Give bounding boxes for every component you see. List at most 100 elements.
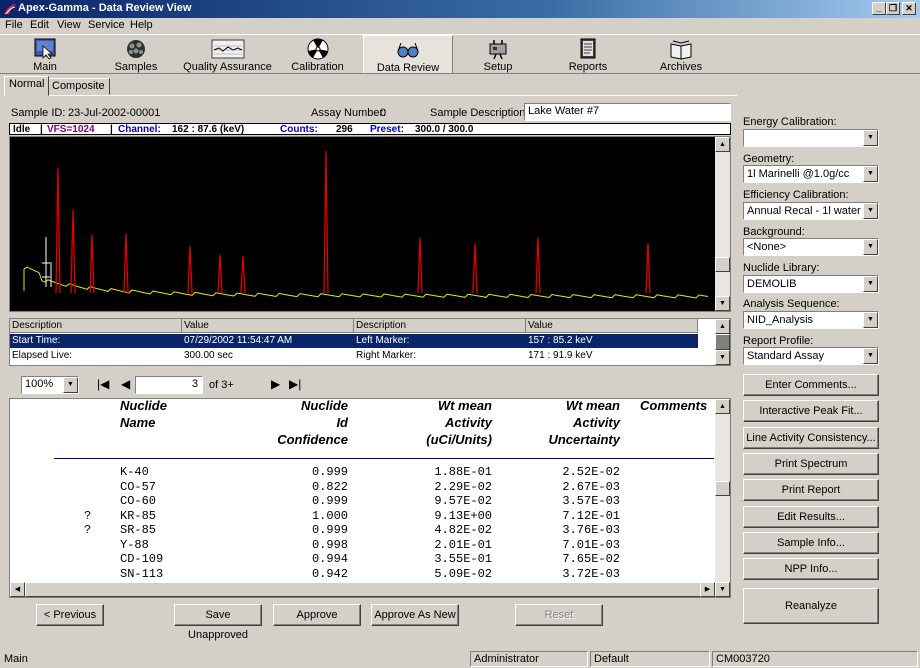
scroll-down-icon[interactable]: ▼ — [715, 350, 730, 365]
tab-composite[interactable]: Composite — [47, 78, 110, 95]
chevron-down-icon[interactable]: ▼ — [863, 239, 878, 255]
approve-as-new-button[interactable]: Approve As New — [371, 604, 459, 626]
scroll-right-icon[interactable]: ▶ — [700, 582, 715, 597]
status-main: Main — [4, 653, 28, 665]
info-cell: Right Marker: — [356, 350, 417, 361]
toolbar-calibration[interactable]: Calibration — [280, 35, 355, 74]
report-cell-flag: ? — [84, 523, 92, 537]
info-grid-scroll-thumb[interactable] — [715, 334, 730, 350]
toolbar-quality-assurance[interactable]: Quality Assurance — [180, 35, 275, 74]
chevron-down-icon[interactable]: ▼ — [863, 348, 878, 364]
previous-button[interactable]: < Previous — [36, 604, 104, 626]
energy-calibration-select[interactable]: ▼ — [743, 129, 879, 147]
approve-button[interactable]: Approve — [273, 604, 361, 626]
channel-label: Channel: — [118, 124, 161, 135]
spectrum-scroll-thumb[interactable] — [715, 257, 730, 272]
analysis-sequence-value: NID_Analysis — [747, 314, 814, 326]
background-select[interactable]: <None> ▼ — [743, 238, 879, 256]
efficiency-calibration-select[interactable]: Annual Recal - 1l water ▼ — [743, 202, 879, 220]
info-grid-row-selected[interactable]: Start Time: 07/29/2002 11:54:47 AM Left … — [10, 334, 698, 348]
minimize-button[interactable]: _ — [872, 2, 886, 15]
toolbar-archives[interactable]: Archives — [645, 35, 717, 74]
chevron-down-icon[interactable]: ▼ — [63, 377, 78, 393]
report-toolbar: 100% ▼ |◀ ◀ 3 of 3+ ▶ ▶| — [9, 372, 731, 398]
archives-icon — [670, 40, 692, 60]
chevron-down-icon[interactable]: ▼ — [863, 312, 878, 328]
spectrum-scrollbar[interactable]: ▲ ▼ — [715, 137, 730, 311]
print-spectrum-button[interactable]: Print Spectrum — [743, 453, 879, 475]
toolbar-main[interactable]: Main — [4, 35, 86, 74]
tab-normal[interactable]: Normal — [4, 76, 50, 96]
scroll-up-icon[interactable]: ▲ — [715, 399, 730, 414]
report-cell-conf: 0.999 — [311, 494, 348, 508]
last-page-icon[interactable]: ▶| — [289, 377, 301, 391]
acquisition-status-strip: Idle | VFS=1024 | Channel: 162 : 87.6 (k… — [9, 123, 731, 135]
scroll-up-icon[interactable]: ▲ — [715, 319, 730, 334]
scroll-down-icon[interactable]: ▼ — [715, 296, 730, 311]
report-cell-unc: 2.67E-03 — [562, 479, 620, 494]
toolbar-data-review[interactable]: Data Review — [363, 35, 453, 74]
npp-info-button[interactable]: NPP Info... — [743, 558, 879, 580]
line-activity-consistency-button[interactable]: Line Activity Consistency... — [743, 427, 879, 449]
toolbar-samples[interactable]: Samples — [95, 35, 177, 74]
spectrum-display[interactable]: ▲ ▼ — [9, 136, 731, 312]
sample-description-input[interactable]: Lake Water #7 — [524, 103, 731, 121]
nuclide-library-select[interactable]: DEMOLIB ▼ — [743, 275, 879, 293]
spectrum-cursor[interactable] — [42, 262, 50, 278]
page-number-input[interactable]: 3 — [135, 376, 203, 394]
window-title: Apex-Gamma - Data Review View — [18, 2, 192, 14]
next-page-icon[interactable]: ▶ — [271, 377, 280, 391]
edit-results-button[interactable]: Edit Results... — [743, 506, 879, 528]
reset-button[interactable]: Reset — [515, 604, 603, 626]
report-cell-nuclide: SR-85 — [120, 523, 157, 537]
menu-view[interactable]: View — [57, 19, 81, 31]
report-cell-unc: 7.65E-02 — [562, 552, 620, 566]
menu-edit[interactable]: Edit — [30, 19, 49, 31]
info-grid-scrollbar[interactable]: ▲ ▼ — [715, 319, 730, 365]
report-cell-nuclide: CD-109 — [120, 552, 164, 566]
reanalyze-button[interactable]: Reanalyze — [743, 588, 879, 624]
geometry-select[interactable]: 1l Marinelli @1.0g/cc ▼ — [743, 165, 879, 183]
prev-page-icon[interactable]: ◀ — [121, 377, 130, 391]
report-horizontal-scrollbar[interactable]: ◀ ▶ — [10, 582, 715, 597]
interactive-peak-fit-button[interactable]: Interactive Peak Fit... — [743, 400, 879, 422]
toolbar-setup[interactable]: Setup — [462, 35, 534, 74]
scroll-up-icon[interactable]: ▲ — [715, 137, 730, 152]
save-unapproved-button[interactable]: Save Unapproved — [174, 604, 262, 641]
restore-button[interactable]: ❐ — [886, 2, 900, 15]
report-cell-nuclide: Y-88 — [120, 537, 149, 552]
close-button[interactable]: ✕ — [902, 2, 916, 15]
scroll-left-icon[interactable]: ◀ — [10, 582, 25, 597]
toolbar-reports[interactable]: Reports — [552, 35, 624, 74]
report-scroll-thumb[interactable] — [715, 481, 730, 496]
info-cell: Left Marker: — [356, 335, 410, 346]
scroll-down-icon[interactable]: ▼ — [715, 582, 730, 597]
report-header-nuclide-name: Nuclide Name — [120, 398, 167, 430]
menu-service[interactable]: Service — [88, 19, 125, 31]
report-cell-nuclide: CO-60 — [120, 494, 157, 508]
chevron-down-icon[interactable]: ▼ — [863, 130, 878, 146]
report-profile-select[interactable]: Standard Assay ▼ — [743, 347, 879, 365]
spectrum-peak — [472, 243, 478, 294]
toolbar-calibration-label: Calibration — [291, 61, 344, 73]
enter-comments-button[interactable]: Enter Comments... — [743, 374, 879, 396]
sample-info-button[interactable]: Sample Info... — [743, 532, 879, 554]
info-grid-header: Description — [354, 319, 526, 333]
analysis-sequence-label: Analysis Sequence: — [743, 298, 840, 310]
print-report-button[interactable]: Print Report — [743, 479, 879, 501]
menu-file[interactable]: File — [5, 19, 23, 31]
report-vertical-scrollbar[interactable]: ▲ ▼ — [715, 399, 730, 597]
background-value: <None> — [747, 241, 787, 253]
zoom-select[interactable]: 100% ▼ — [21, 376, 79, 394]
report-cell-nuclide: SN-113 — [120, 566, 164, 581]
chevron-down-icon[interactable]: ▼ — [863, 166, 878, 182]
chevron-down-icon[interactable]: ▼ — [863, 276, 878, 292]
info-grid-row[interactable]: Elapsed Live: 300.00 sec Right Marker: 1… — [10, 349, 698, 363]
first-page-icon[interactable]: |◀ — [97, 377, 109, 391]
chevron-down-icon[interactable]: ▼ — [863, 203, 878, 219]
report-cell-unc: 3.72E-03 — [562, 566, 620, 581]
analysis-sequence-select[interactable]: NID_Analysis ▼ — [743, 311, 879, 329]
report-cell-unc: 3.76E-03 — [562, 523, 620, 537]
menu-help[interactable]: Help — [130, 19, 153, 31]
report-hscroll-thumb[interactable] — [25, 582, 701, 597]
